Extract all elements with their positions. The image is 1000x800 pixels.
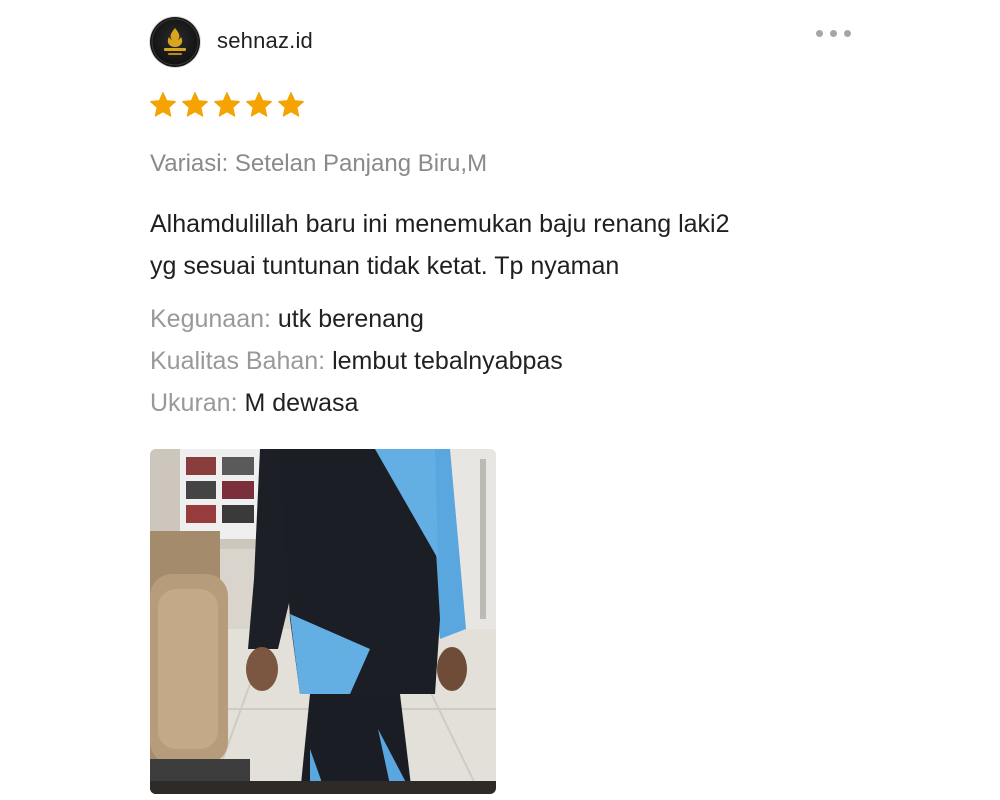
- review-comment: Alhamdulillah baru ini menemukan baju re…: [150, 203, 870, 287]
- more-dot: [844, 30, 851, 37]
- review-photo[interactable]: [150, 449, 496, 794]
- attribute-value: M dewasa: [244, 389, 359, 417]
- star-icon: [182, 92, 208, 117]
- review-photo-image: [150, 449, 496, 794]
- more-horizontal-icon: [816, 30, 823, 37]
- star-icon: [214, 92, 240, 117]
- star-icon: [278, 92, 304, 117]
- username[interactable]: sehnaz.id: [217, 28, 313, 54]
- attribute-ukuran: Ukuran: M dewasa: [150, 389, 358, 418]
- attribute-kegunaan: Kegunaan: utk berenang: [150, 305, 424, 334]
- attribute-label: Kegunaan:: [150, 305, 271, 333]
- attribute-label: Kualitas Bahan:: [150, 347, 326, 375]
- star-icon: [246, 92, 272, 117]
- attribute-value: utk berenang: [277, 305, 424, 333]
- more-dot: [830, 30, 837, 37]
- shop-logo-icon: [151, 18, 199, 66]
- attribute-label: Ukuran:: [150, 389, 238, 417]
- attribute-kualitas-bahan: Kualitas Bahan: lembut tebalnyabpas: [150, 347, 563, 376]
- rating-stars: [148, 90, 306, 120]
- star-icon: [150, 92, 176, 117]
- review-card: sehnaz.id Variasi: Setelan Panjang Biru,…: [0, 0, 1000, 800]
- more-options-button[interactable]: [812, 24, 856, 44]
- variation-text: Variasi: Setelan Panjang Biru,M: [150, 150, 488, 177]
- avatar[interactable]: [150, 17, 200, 67]
- comment-line: Alhamdulillah baru ini menemukan baju re…: [150, 210, 730, 238]
- comment-line: yg sesuai tuntunan tidak ketat. Tp nyama…: [150, 252, 620, 280]
- attribute-value: lembut tebalnyabpas: [332, 347, 563, 375]
